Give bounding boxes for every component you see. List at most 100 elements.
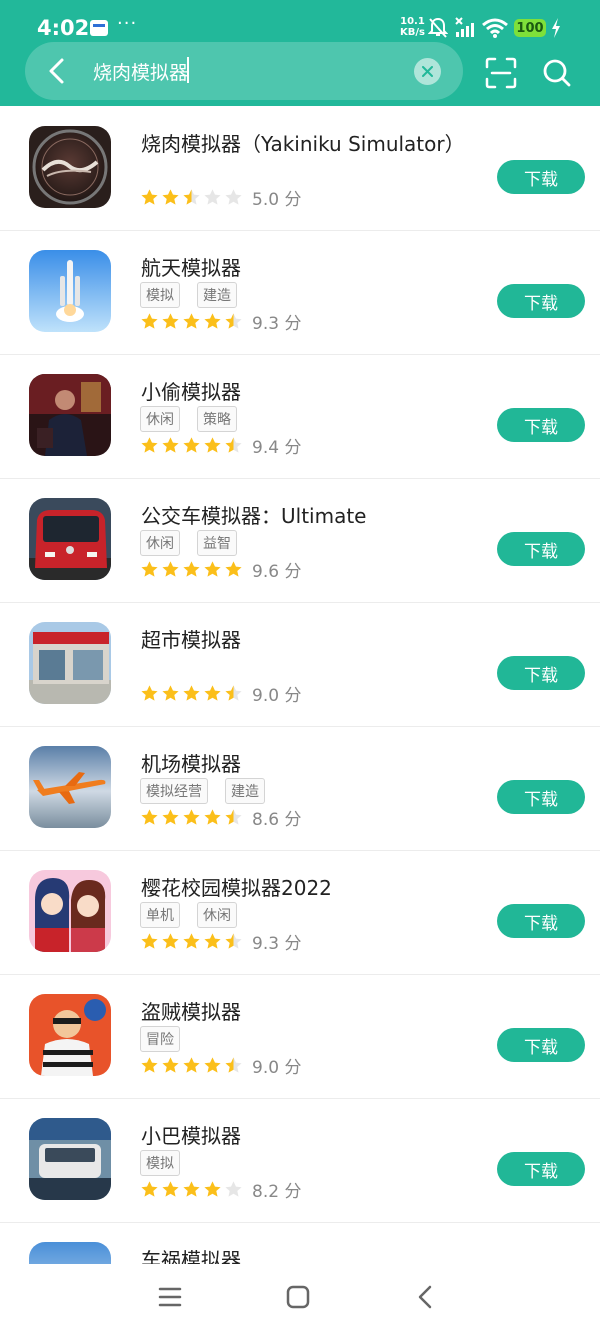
app-icon-supermarket-simulator: [29, 622, 111, 704]
search-input[interactable]: 烧肉模拟器: [93, 58, 188, 85]
list-item[interactable]: 机场模拟器 模拟经营 建造 8.6 分 下载: [0, 726, 600, 851]
download-button[interactable]: 下载: [497, 780, 585, 814]
download-button[interactable]: 下载: [497, 1152, 585, 1186]
star-icon: [162, 189, 179, 205]
mute-bell-icon: [428, 17, 448, 38]
star-icon: [162, 1057, 179, 1073]
signal-off-icon: [455, 17, 474, 37]
list-item[interactable]: 小巴模拟器 模拟 8.2 分 下载: [0, 1098, 600, 1223]
app-title[interactable]: 小巴模拟器: [141, 1120, 241, 1149]
tag: 模拟: [140, 1150, 180, 1176]
app-icon-robber-simulator: [29, 994, 111, 1076]
rating-score: 9.0 分: [252, 686, 302, 706]
star-icon: [141, 1181, 158, 1197]
list-item[interactable]: 车祸模拟器: [0, 1222, 600, 1264]
app-title[interactable]: 车祸模拟器: [141, 1244, 241, 1264]
star-rating: [140, 436, 243, 455]
star-icon: [225, 685, 242, 701]
network-speed: 10.1 KB/s: [400, 16, 425, 38]
scan-icon[interactable]: [485, 57, 517, 89]
list-item[interactable]: 盗贼模拟器 冒险 9.0 分 下载: [0, 974, 600, 1099]
star-icon: [225, 933, 242, 949]
search-bar: 烧肉模拟器: [0, 40, 600, 102]
download-button[interactable]: 下载: [497, 656, 585, 690]
app-title[interactable]: 小偷模拟器: [141, 376, 241, 405]
star-icon: [225, 561, 242, 577]
tag: 益智: [197, 530, 237, 556]
back-icon[interactable]: [411, 1282, 441, 1312]
app-title[interactable]: 烧肉模拟器（Yakiniku Simulator）: [141, 128, 465, 157]
search-icon[interactable]: [542, 57, 572, 89]
app-title[interactable]: 航天模拟器: [141, 252, 241, 281]
star-icon: [162, 437, 179, 453]
star-icon: [162, 1181, 179, 1197]
home-icon[interactable]: [283, 1282, 313, 1312]
star-icon: [141, 189, 158, 205]
star-icon: [204, 933, 221, 949]
star-icon: [141, 437, 158, 453]
star-icon: [141, 685, 158, 701]
network-speed-unit: KB/s: [400, 27, 425, 38]
star-icon: [183, 189, 200, 205]
star-rating: [140, 1056, 243, 1075]
star-rating: [140, 1180, 243, 1199]
star-icon: [225, 809, 242, 825]
star-icon: [225, 313, 242, 329]
tag: 冒险: [140, 1026, 180, 1052]
download-button[interactable]: 下载: [497, 532, 585, 566]
star-rating: [140, 188, 243, 207]
list-item[interactable]: 航天模拟器 模拟 建造 9.3 分 下载: [0, 230, 600, 355]
download-button[interactable]: 下载: [497, 1028, 585, 1062]
rating-score: 9.4 分: [252, 438, 302, 458]
rating-score: 8.6 分: [252, 810, 302, 830]
tag-list: 冒险: [140, 1026, 180, 1052]
star-icon: [225, 189, 242, 205]
back-arrow-icon[interactable]: [43, 56, 73, 86]
search-field[interactable]: 烧肉模拟器: [25, 42, 463, 100]
tag-list: 单机 休闲: [140, 902, 237, 928]
download-button[interactable]: 下载: [497, 408, 585, 442]
tag: 策略: [197, 406, 237, 432]
star-rating: [140, 808, 243, 827]
app-title[interactable]: 公交车模拟器：Ultimate: [141, 500, 366, 529]
star-icon: [162, 561, 179, 577]
download-button[interactable]: 下载: [497, 904, 585, 938]
star-icon: [183, 809, 200, 825]
star-icon: [204, 1057, 221, 1073]
tag: 建造: [197, 282, 237, 308]
star-icon: [141, 313, 158, 329]
star-icon: [141, 933, 158, 949]
app-icon-space-simulator: [29, 250, 111, 332]
text-cursor: [187, 57, 189, 83]
list-item[interactable]: 樱花校园模拟器2022 单机 休闲 9.3 分 下载: [0, 850, 600, 975]
tag-list: 模拟经营 建造: [140, 778, 265, 804]
top-header: 4:02 ··· 10.1 KB/s 100 烧肉模拟器: [0, 0, 600, 106]
rating-score: 8.2 分: [252, 1182, 302, 1202]
star-icon: [225, 1181, 242, 1197]
download-button[interactable]: 下载: [497, 160, 585, 194]
star-icon: [183, 933, 200, 949]
star-icon: [162, 685, 179, 701]
app-title[interactable]: 盗贼模拟器: [141, 996, 241, 1025]
star-icon: [225, 437, 242, 453]
list-item[interactable]: 小偷模拟器 休闲 策略 9.4 分 下载: [0, 354, 600, 479]
download-button[interactable]: 下载: [497, 284, 585, 318]
app-title[interactable]: 樱花校园模拟器2022: [141, 872, 332, 901]
star-icon: [162, 809, 179, 825]
app-title[interactable]: 机场模拟器: [141, 748, 241, 777]
menu-icon[interactable]: [155, 1282, 185, 1312]
list-item[interactable]: 公交车模拟器：Ultimate 休闲 益智 9.6 分 下载: [0, 478, 600, 603]
list-item[interactable]: 超市模拟器 9.0 分 下载: [0, 602, 600, 727]
list-item[interactable]: 烧肉模拟器（Yakiniku Simulator） 5.0 分 下载: [0, 106, 600, 231]
app-icon-car-crash-simulator: [29, 1242, 111, 1264]
star-rating: [140, 560, 243, 579]
app-icon-yakiniku-simulator: [29, 126, 111, 208]
rating-score: 9.6 分: [252, 562, 302, 582]
tag: 休闲: [140, 530, 180, 556]
star-icon: [204, 809, 221, 825]
app-title[interactable]: 超市模拟器: [141, 624, 241, 653]
star-icon: [204, 561, 221, 577]
tag: 模拟: [140, 282, 180, 308]
tag: 建造: [225, 778, 265, 804]
clear-search-button[interactable]: [414, 58, 441, 85]
